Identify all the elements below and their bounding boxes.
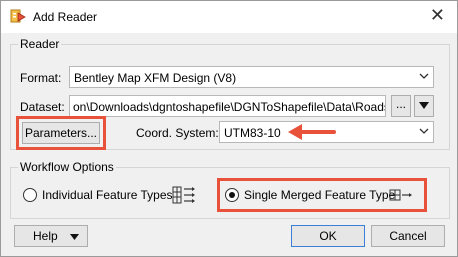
- coord-system-label: Coord. System:: [136, 126, 219, 140]
- multiple-feature-types-icon: [172, 186, 195, 204]
- help-button[interactable]: Help: [14, 225, 88, 247]
- dataset-dropdown-button[interactable]: [414, 95, 434, 117]
- cancel-button[interactable]: Cancel: [371, 225, 445, 247]
- format-select[interactable]: Bentley Map XFM Design (V8): [69, 66, 434, 88]
- close-icon[interactable]: ✕: [430, 6, 445, 24]
- dataset-field[interactable]: on\Downloads\dgntoshapefile\DGNToShapefi…: [69, 95, 386, 117]
- merged-feature-type-icon: [389, 189, 412, 201]
- triangle-down-icon: [419, 102, 429, 109]
- workflow-group-label: Workflow Options: [18, 160, 116, 174]
- fme-reader-icon: [10, 9, 26, 23]
- individual-feature-types-label[interactable]: Individual Feature Types: [42, 188, 173, 202]
- chevron-down-icon: [419, 73, 429, 79]
- reader-group-label: Reader: [18, 37, 62, 51]
- format-label: Format:: [20, 71, 62, 85]
- title-bar: Add Reader ✕: [1, 1, 457, 33]
- parameters-button[interactable]: Parameters...: [22, 122, 100, 144]
- format-value: Bentley Map XFM Design (V8): [74, 71, 237, 85]
- triangle-down-icon: [70, 234, 79, 240]
- dialog-title: Add Reader: [33, 10, 98, 24]
- coord-system-value: UTM83-10: [224, 126, 281, 140]
- dataset-value: on\Downloads\dgntoshapefile\DGNToShapefi…: [73, 100, 386, 114]
- single-merged-feature-type-label[interactable]: Single Merged Feature Type: [244, 188, 395, 202]
- ok-button[interactable]: OK: [291, 225, 365, 247]
- help-label: Help: [33, 229, 58, 243]
- browse-button[interactable]: ...: [391, 95, 411, 117]
- dataset-label: Dataset:: [20, 100, 65, 114]
- single-merged-feature-type-radio[interactable]: [225, 188, 239, 202]
- add-reader-dialog: Add Reader ✕ Reader Format: Bentley Map …: [0, 0, 458, 257]
- chevron-down-icon: [419, 128, 429, 134]
- individual-feature-types-radio[interactable]: [23, 188, 37, 202]
- radio-selected-dot: [229, 192, 235, 198]
- callout-arrow-icon: [288, 124, 336, 140]
